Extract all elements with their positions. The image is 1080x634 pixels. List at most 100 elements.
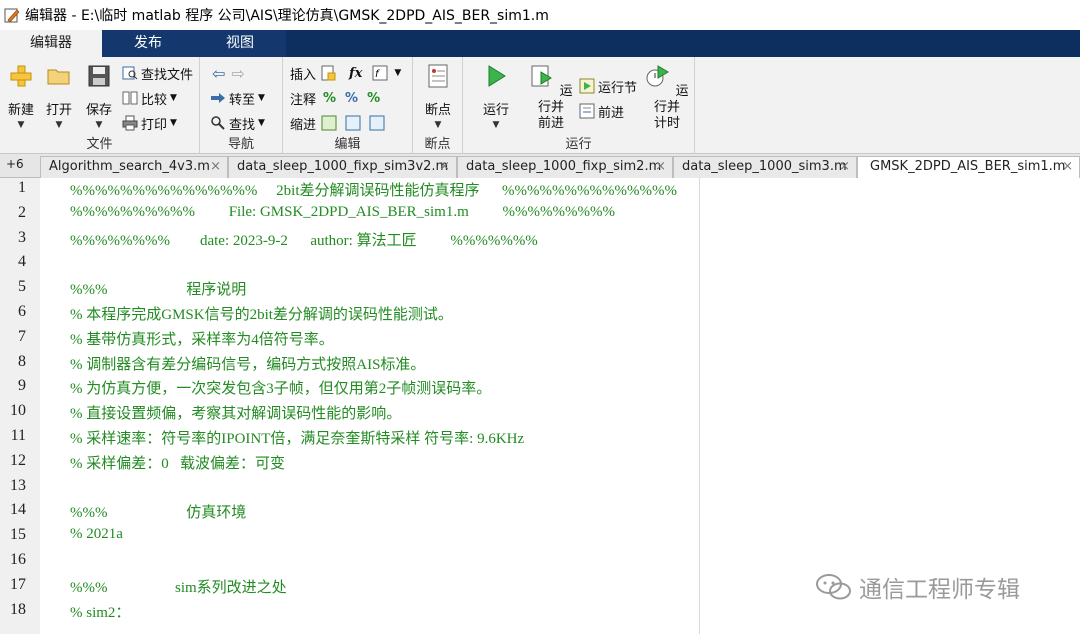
close-icon[interactable]: ×	[839, 157, 850, 177]
indent-button[interactable]: 缩进	[290, 112, 388, 134]
edit-group: 插入 fx f ▼ 注释 % % % 缩进 编辑	[283, 57, 413, 154]
doc-tab-data-sleep-sim3[interactable]: data_sleep_1000_sim3.m ×	[673, 156, 857, 178]
open-caret-icon: ▼	[55, 120, 63, 130]
advance-icon	[579, 103, 595, 119]
wechat-logo-icon	[816, 574, 851, 600]
doc-tab-data-sleep-fixp-sim2[interactable]: data_sleep_1000_fixp_sim2.m ×	[457, 156, 673, 178]
editor-app-icon	[4, 8, 20, 23]
close-icon[interactable]: ×	[439, 157, 450, 177]
new-label: 新建	[7, 103, 34, 118]
code-line[interactable]: 3 %%%%%%%% date: 2023-9-2 author: 算法工匠 %%…	[0, 229, 1080, 254]
tab-view[interactable]: 视图	[194, 30, 286, 57]
code-line[interactable]: 8 % 调制器含有差分编码信号，编码方式按照AIS标准。	[0, 353, 1080, 378]
code-text[interactable]: %%%%%%%%%%%%%%% 2bit差分解调误码性能仿真程序 %%%%%%%…	[70, 179, 677, 200]
code-text[interactable]: %%%%%%%% date: 2023-9-2 author: 算法工匠 %%%…	[70, 229, 538, 250]
back-arrow-icon[interactable]: ⇦	[212, 64, 225, 83]
code-line[interactable]: 9 % 为仿真方便，一次突发包含3子帧，但仅用第2子帧测误码率。	[0, 377, 1080, 402]
run-advance-button[interactable]: 运行并 前进	[529, 63, 573, 132]
find-files-button[interactable]: 查找文件	[122, 62, 193, 84]
compare-button[interactable]: 比较 ▼	[122, 87, 177, 109]
find-files-icon	[122, 66, 138, 80]
comment-button[interactable]: 注释 % % %	[290, 87, 380, 109]
smart-indent-icon[interactable]	[321, 115, 337, 131]
code-line[interactable]: 1 %%%%%%%%%%%%%%% 2bit差分解调误码性能仿真程序 %%%%%%…	[0, 179, 1080, 204]
code-text[interactable]: % 直接设置频偏，考察其对解调误码性能的影响。	[70, 402, 401, 423]
code-text[interactable]: %%% 仿真环境	[70, 501, 246, 522]
advance-label: 前进	[598, 105, 625, 121]
code-line[interactable]: 10 % 直接设置频偏，考察其对解调误码性能的影响。	[0, 402, 1080, 427]
doc-tab-algorithm-search[interactable]: Algorithm_search_4v3.m ×	[40, 156, 228, 178]
increase-indent-icon[interactable]	[345, 115, 361, 131]
code-text[interactable]: % 调制器含有差分编码信号，编码方式按照AIS标准。	[70, 353, 425, 374]
run-time-label: 运行并 计时	[653, 84, 689, 131]
code-text[interactable]: % 采样速率：符号率的IPOINT倍，满足奈奎斯特采样 符号率: 9.6KHz	[70, 427, 524, 448]
code-text[interactable]: %%%%%%%%%% File: GMSK_2DPD_AIS_BER_sim1.…	[70, 204, 615, 221]
code-text[interactable]: % sim2：	[70, 601, 130, 622]
code-text[interactable]: %%% sim系列改进之处	[70, 576, 287, 597]
comment-label: 注释	[290, 92, 317, 108]
goto-arrow-icon	[211, 93, 225, 103]
new-button[interactable]: 新建 ▼	[4, 63, 38, 130]
find-button[interactable]: 查找 ▼	[210, 112, 265, 134]
code-text[interactable]: % 采样偏差：0 载波偏差：可变	[70, 452, 285, 473]
navigate-group: ⇦ ⇨ 转至 ▼ 查找 ▼ 导航	[200, 57, 283, 154]
run-time-button[interactable]: 运行并 计时	[645, 63, 689, 132]
insert-label: 插入	[290, 67, 317, 83]
code-line[interactable]: 11 % 采样速率：符号率的IPOINT倍，满足奈奎斯特采样 符号率: 9.6KH…	[0, 427, 1080, 452]
code-line[interactable]: 6 % 本程序完成GMSK信号的2bit差分解调的误码性能测试。	[0, 303, 1080, 328]
code-editor[interactable]: 1 %%%%%%%%%%%%%%% 2bit差分解调误码性能仿真程序 %%%%%%…	[0, 178, 1080, 634]
line-number: 7	[18, 327, 26, 345]
code-line[interactable]: 18 % sim2：	[0, 601, 1080, 626]
uncomment-icon[interactable]: %	[345, 91, 358, 106]
code-text[interactable]: % 基带仿真形式，采样率为4倍符号率。	[70, 328, 334, 349]
code-line[interactable]: 7 % 基带仿真形式，采样率为4倍符号率。	[0, 328, 1080, 353]
code-line[interactable]: 4	[0, 253, 1080, 278]
breakpoints-caret-icon: ▼	[434, 120, 442, 130]
print-caret-icon: ▼	[170, 118, 177, 128]
fx-icon[interactable]: fx	[349, 66, 362, 81]
run-section-button[interactable]: 运行节	[579, 75, 637, 97]
tab-editor[interactable]: 编辑器	[0, 30, 102, 57]
save-button[interactable]: 保存 ▼	[82, 63, 116, 130]
line-number: 17	[10, 575, 26, 593]
close-icon[interactable]: ×	[655, 157, 666, 177]
doc-tab-label: data_sleep_1000_fixp_sim2.m	[466, 159, 662, 174]
forward-arrow-icon[interactable]: ⇨	[231, 64, 244, 83]
indent-label: 缩进	[290, 117, 317, 133]
doc-tab-data-sleep-fixp-sim3v2[interactable]: data_sleep_1000_fixp_sim3v2.m ×	[228, 156, 457, 178]
code-text[interactable]: % 本程序完成GMSK信号的2bit差分解调的误码性能测试。	[70, 303, 453, 324]
close-icon[interactable]: ×	[1062, 157, 1073, 177]
advance-button[interactable]: 前进	[579, 100, 624, 122]
decrease-indent-icon[interactable]	[369, 115, 385, 131]
tab-overflow-button[interactable]: +6	[6, 157, 24, 171]
edit-group-label: 编辑	[334, 137, 361, 152]
open-button[interactable]: 打开 ▼	[42, 63, 76, 130]
wrap-comment-icon[interactable]: %	[367, 91, 380, 106]
doc-tab-label: data_sleep_1000_fixp_sim3v2.m	[237, 159, 449, 174]
insert-button[interactable]: 插入 fx f ▼	[290, 62, 401, 84]
back-forward-buttons[interactable]: ⇦ ⇨	[212, 62, 245, 84]
code-line[interactable]: 13	[0, 477, 1080, 502]
run-advance-label: 运行并 前进	[537, 84, 573, 131]
code-text[interactable]: % 为仿真方便，一次突发包含3子帧，但仅用第2子帧测误码率。	[70, 377, 491, 398]
line-number: 15	[10, 526, 26, 544]
code-line[interactable]: 12 % 采样偏差：0 载波偏差：可变	[0, 452, 1080, 477]
comment-percent-icon[interactable]: %	[323, 91, 336, 106]
code-text[interactable]: % 2021a	[70, 526, 123, 543]
watermark: 通信工程师专辑	[815, 570, 1020, 604]
file-group-label: 文件	[86, 137, 113, 152]
code-line[interactable]: 15 % 2021a	[0, 526, 1080, 551]
print-button[interactable]: 打印 ▼	[122, 112, 177, 134]
breakpoints-button[interactable]: 断点 ▼	[421, 63, 455, 130]
watermark-text: 通信工程师专辑	[859, 577, 1020, 603]
run-button[interactable]: 运行 ▼	[479, 63, 513, 130]
close-icon[interactable]: ×	[210, 157, 221, 177]
code-line[interactable]: 2 %%%%%%%%%% File: GMSK_2DPD_AIS_BER_sim1…	[0, 204, 1080, 229]
goto-button[interactable]: 转至 ▼	[210, 87, 265, 109]
tab-publish[interactable]: 发布	[102, 30, 194, 57]
doc-tab-gmsk-2dpd-ais-ber-sim1[interactable]: GMSK_2DPD_AIS_BER_sim1.m ×	[857, 156, 1080, 179]
insert-function-icon[interactable]: f	[372, 65, 388, 81]
code-line[interactable]: 14 %%% 仿真环境	[0, 501, 1080, 526]
code-text[interactable]: %%% 程序说明	[70, 278, 246, 299]
code-line[interactable]: 5 %%% 程序说明	[0, 278, 1080, 303]
